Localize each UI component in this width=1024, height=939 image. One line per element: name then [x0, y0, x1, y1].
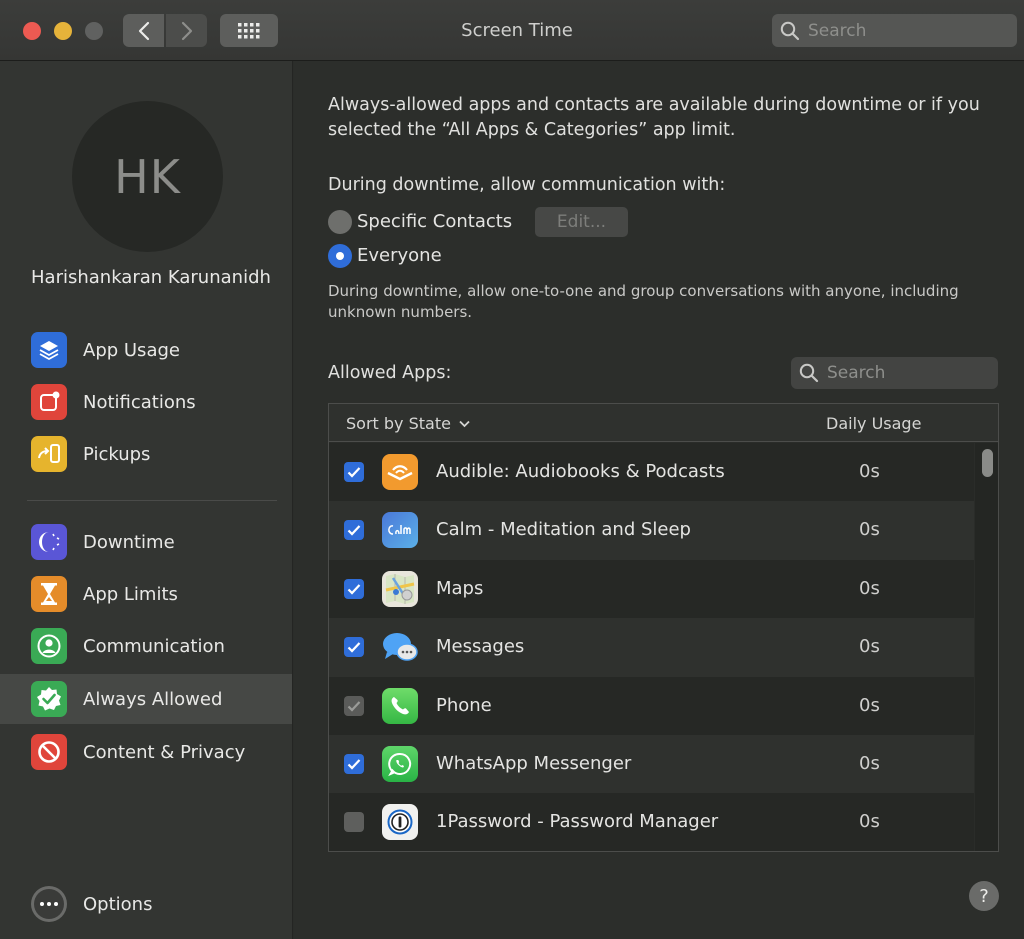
user-name: Harishankaran Karunanidh: [31, 267, 271, 288]
title-bar: Screen Time Search: [0, 0, 1024, 61]
app-name: 1Password - Password Manager: [436, 811, 719, 833]
person-circle-icon: [31, 628, 67, 664]
table-row[interactable]: Maps 0s: [329, 559, 974, 619]
app-usage: 0s: [859, 636, 880, 658]
whatsapp-icon: [382, 745, 418, 782]
table-row[interactable]: 1Password - Password Manager 0s: [329, 793, 974, 851]
app-usage: 0s: [859, 577, 880, 599]
options-label: Options: [83, 893, 153, 915]
prohibited-icon: [31, 734, 67, 770]
sidebar-item-content-privacy[interactable]: Content & Privacy: [0, 727, 292, 777]
intro-text: Always-allowed apps and contacts are ava…: [328, 95, 980, 140]
app-usage: 0s: [859, 811, 880, 833]
sidebar-item-label: Pickups: [83, 443, 151, 465]
sidebar-item-label: Downtime: [83, 531, 175, 553]
app-usage: 0s: [859, 461, 880, 482]
checkmark-icon: [347, 584, 361, 595]
radio-specific-contacts[interactable]: [328, 210, 352, 234]
app-usage: 0s: [859, 694, 880, 716]
apps-search-field[interactable]: Search: [791, 357, 998, 389]
app-checkbox[interactable]: [344, 753, 364, 774]
sidebar-item-label: App Usage: [83, 339, 180, 361]
avatar[interactable]: HK: [72, 101, 223, 252]
ellipsis-circle-icon: [31, 886, 67, 922]
scrollbar-track[interactable]: [975, 443, 998, 851]
phone-icon: [382, 687, 418, 724]
downtime-communication-label: During downtime, allow communication wit…: [328, 175, 726, 195]
sidebar-item-label: Content & Privacy: [83, 741, 246, 763]
maps-icon: [382, 570, 418, 607]
layers-icon: [31, 332, 67, 368]
table-row[interactable]: Messages 0s: [329, 618, 974, 677]
chevron-down-icon: [459, 420, 470, 427]
app-checkbox[interactable]: [344, 578, 364, 599]
search-icon: [780, 21, 800, 40]
audible-icon: [382, 454, 418, 490]
allowed-apps-table: Sort by State Daily Usage Audible: Audio…: [328, 403, 999, 852]
table-row[interactable]: Calm - Meditation and Sleep 0s: [329, 501, 974, 560]
sidebar-item-app-usage[interactable]: App Usage: [0, 325, 292, 375]
checkmark-icon: [347, 467, 361, 478]
app-name: Calm - Meditation and Sleep: [436, 519, 691, 541]
sidebar-item-label: Communication: [83, 635, 225, 657]
apps-list: Audible: Audiobooks & Podcasts 0s Calm -…: [329, 443, 974, 851]
checkmark-icon: [347, 525, 361, 536]
checkmark-seal-icon: [31, 681, 67, 717]
app-name: Audible: Audiobooks & Podcasts: [436, 461, 725, 482]
table-row[interactable]: WhatsApp Messenger 0s: [329, 734, 974, 794]
app-checkbox[interactable]: [344, 520, 364, 541]
sidebar-options-button[interactable]: Options: [0, 879, 292, 929]
table-header: Sort by State Daily Usage: [329, 404, 998, 442]
allowed-apps-label: Allowed Apps:: [328, 363, 452, 383]
main-pane: Always-allowed apps and contacts are ava…: [294, 61, 1024, 939]
app-name: Phone: [436, 694, 492, 716]
messages-icon: [382, 629, 418, 665]
sidebar-item-downtime[interactable]: Downtime: [0, 517, 292, 567]
app-checkbox-locked: [344, 695, 364, 716]
sidebar-item-always-allowed[interactable]: Always Allowed: [0, 674, 292, 724]
sidebar-item-label: App Limits: [83, 583, 178, 605]
moon-clock-icon: [31, 524, 67, 560]
sidebar-item-pickups[interactable]: Pickups: [0, 429, 292, 479]
sort-label: Sort by State: [346, 414, 451, 433]
sidebar-item-notifications[interactable]: Notifications: [0, 377, 292, 427]
app-usage: 0s: [859, 752, 880, 774]
app-checkbox[interactable]: [344, 462, 364, 482]
calm-icon: [382, 512, 418, 549]
sidebar-item-label: Always Allowed: [83, 688, 223, 710]
app-name: Maps: [436, 577, 484, 599]
checkmark-icon: [347, 642, 361, 653]
radio-everyone-label[interactable]: Everyone: [357, 245, 442, 266]
pickup-phone-icon: [31, 436, 67, 472]
sidebar-divider: [27, 500, 277, 501]
edit-contacts-button[interactable]: Edit...: [535, 207, 628, 237]
scrollbar-thumb[interactable]: [982, 449, 993, 477]
table-row[interactable]: Phone 0s: [329, 676, 974, 735]
downtime-note: During downtime, allow one-to-one and gr…: [328, 282, 959, 321]
sort-by-state-button[interactable]: Sort by State: [346, 414, 470, 433]
checkmark-icon: [347, 759, 361, 770]
app-name: Messages: [436, 636, 525, 658]
help-button[interactable]: ?: [969, 881, 999, 911]
checkmark-icon: [347, 700, 361, 712]
search-icon: [799, 363, 819, 383]
sidebar: HK Harishankaran Karunanidh App Usage No…: [0, 61, 293, 939]
sidebar-item-communication[interactable]: Communication: [0, 621, 292, 671]
notification-badge-icon: [31, 384, 67, 420]
app-checkbox[interactable]: [344, 812, 364, 833]
radio-specific-contacts-label[interactable]: Specific Contacts: [357, 211, 512, 232]
sidebar-item-label: Notifications: [83, 391, 196, 413]
app-usage: 0s: [859, 519, 880, 541]
onepassword-icon: [382, 804, 418, 841]
preferences-search-field[interactable]: Search: [772, 14, 1017, 47]
apps-search-placeholder: Search: [827, 363, 886, 383]
app-checkbox[interactable]: [344, 637, 364, 658]
sidebar-item-app-limits[interactable]: App Limits: [0, 569, 292, 619]
daily-usage-header[interactable]: Daily Usage: [826, 414, 921, 433]
app-name: WhatsApp Messenger: [436, 752, 632, 774]
radio-everyone[interactable]: [328, 244, 352, 268]
search-placeholder: Search: [808, 20, 867, 41]
hourglass-icon: [31, 576, 67, 612]
table-row[interactable]: Audible: Audiobooks & Podcasts 0s: [329, 443, 974, 502]
